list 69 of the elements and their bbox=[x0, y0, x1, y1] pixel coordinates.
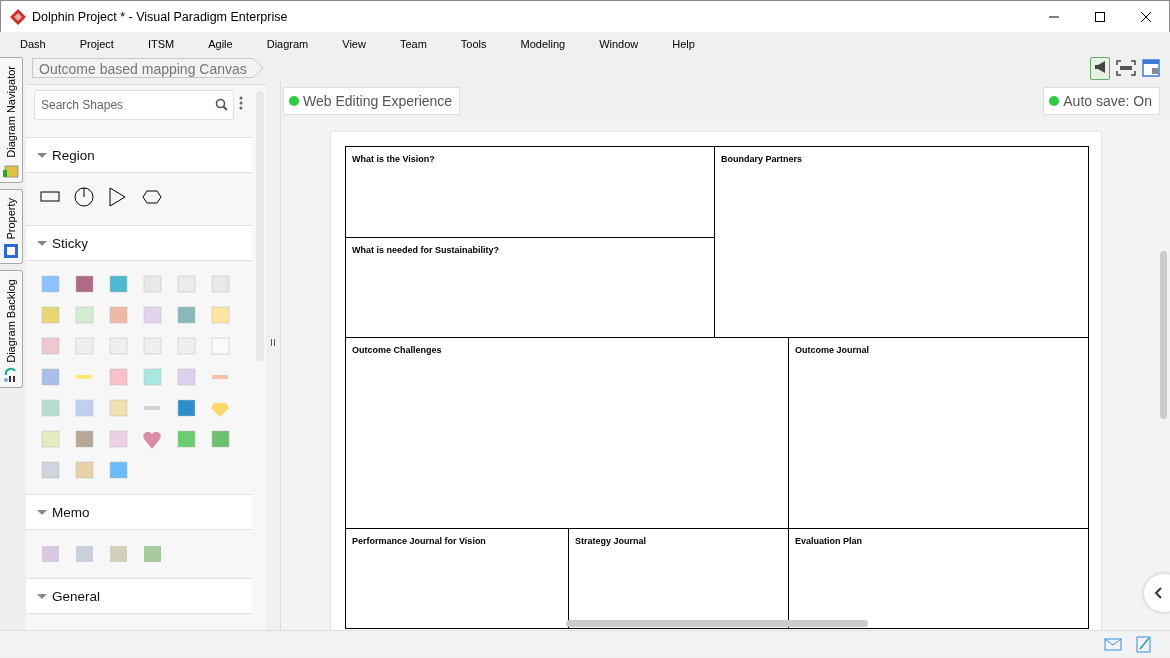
palette-section-header[interactable]: Region bbox=[26, 137, 252, 173]
sticky-note-icon[interactable] bbox=[176, 429, 196, 449]
menu-item[interactable]: Window bbox=[587, 37, 651, 50]
canvas-region[interactable]: Boundary Partners bbox=[715, 147, 1089, 338]
palette-section-header[interactable]: Sticky bbox=[26, 225, 252, 261]
fit-screen-icon[interactable] bbox=[1116, 60, 1136, 76]
sticky-note-icon[interactable] bbox=[108, 305, 128, 325]
property-sheet-icon bbox=[3, 243, 19, 260]
search-field[interactable]: Search Shapes bbox=[34, 90, 234, 120]
sticky-note-icon[interactable] bbox=[74, 274, 94, 294]
sticky-note-icon[interactable] bbox=[40, 336, 60, 356]
menu-item[interactable]: Modeling bbox=[508, 37, 578, 50]
menu-item[interactable]: Project bbox=[67, 37, 126, 50]
horizontal-scrollbar[interactable] bbox=[566, 620, 868, 627]
sticky-note-icon[interactable] bbox=[74, 398, 94, 418]
canvas-region[interactable]: Performance Journal for Vision bbox=[346, 529, 569, 629]
menu-item[interactable]: Agile bbox=[196, 37, 245, 50]
sticky-note-icon[interactable] bbox=[40, 274, 60, 294]
side-tab[interactable]: Diagram Navigator bbox=[0, 57, 23, 183]
menu-item[interactable]: View bbox=[330, 37, 378, 50]
breadcrumb-arrow-icon bbox=[252, 58, 264, 78]
sticky-note-icon[interactable] bbox=[74, 429, 94, 449]
palette-section-header[interactable]: General bbox=[26, 578, 252, 614]
memo-note-icon[interactable] bbox=[108, 544, 128, 564]
sticky-note-icon[interactable] bbox=[108, 460, 128, 480]
canvas-region[interactable]: What is needed for Sustainability? bbox=[346, 238, 715, 338]
palette-section-header[interactable]: Memo bbox=[26, 494, 252, 530]
chevron-left-icon bbox=[1154, 587, 1163, 599]
megaphone-button[interactable] bbox=[1090, 56, 1110, 80]
canvas-region[interactable]: Outcome Journal bbox=[789, 338, 1089, 529]
splitter-handle-icon[interactable] bbox=[271, 339, 275, 346]
window-title: Dolphin Project * - Visual Paradigm Enterprise bbox=[32, 9, 289, 24]
hexagon-icon[interactable] bbox=[142, 187, 162, 207]
circle-icon[interactable] bbox=[74, 187, 94, 207]
backlog-icon bbox=[3, 367, 19, 384]
triangle-icon[interactable] bbox=[108, 187, 128, 207]
canvas-region[interactable]: Outcome Challenges bbox=[346, 338, 789, 529]
canvas-region[interactable]: What is the Vision? bbox=[346, 147, 715, 238]
menu-item[interactable]: ITSM bbox=[135, 37, 187, 50]
menu-item[interactable]: Help bbox=[660, 37, 707, 50]
sticky-note-icon[interactable] bbox=[176, 398, 196, 418]
memo-note-icon[interactable] bbox=[40, 544, 60, 564]
sticky-note-icon[interactable] bbox=[210, 429, 230, 449]
memo-note-icon[interactable] bbox=[142, 544, 162, 564]
side-tab[interactable]: Property bbox=[0, 188, 23, 265]
sticky-note-icon[interactable] bbox=[142, 429, 162, 449]
search-icon bbox=[215, 98, 228, 111]
more-menu-icon[interactable] bbox=[239, 96, 243, 110]
side-tab[interactable]: Diagram Backlog bbox=[0, 270, 23, 389]
menu-item[interactable]: Diagram bbox=[254, 37, 321, 50]
layout-panel-icon[interactable] bbox=[1142, 59, 1160, 77]
memo-note-icon[interactable] bbox=[74, 544, 94, 564]
sticky-note-icon[interactable] bbox=[108, 274, 128, 294]
sticky-note-icon[interactable] bbox=[74, 460, 94, 480]
close-icon bbox=[1141, 11, 1151, 22]
sticky-note-icon[interactable] bbox=[108, 367, 128, 387]
app-logo-icon bbox=[10, 8, 26, 25]
sticky-note-icon[interactable] bbox=[40, 367, 60, 387]
menu-item[interactable]: Tools bbox=[448, 37, 499, 50]
badge-label: Auto save: On bbox=[1063, 93, 1152, 109]
vertical-scrollbar[interactable] bbox=[1160, 251, 1167, 419]
sticky-note-icon[interactable] bbox=[176, 305, 196, 325]
notes-icon[interactable] bbox=[1136, 635, 1152, 653]
menu-item[interactable]: Dash bbox=[8, 37, 58, 50]
badge-label: Web Editing Experience bbox=[303, 93, 453, 109]
megaphone-icon bbox=[1092, 58, 1108, 75]
mail-icon[interactable] bbox=[1104, 637, 1122, 651]
menu-item[interactable]: Team bbox=[387, 37, 439, 50]
maximize-icon bbox=[1095, 11, 1105, 22]
